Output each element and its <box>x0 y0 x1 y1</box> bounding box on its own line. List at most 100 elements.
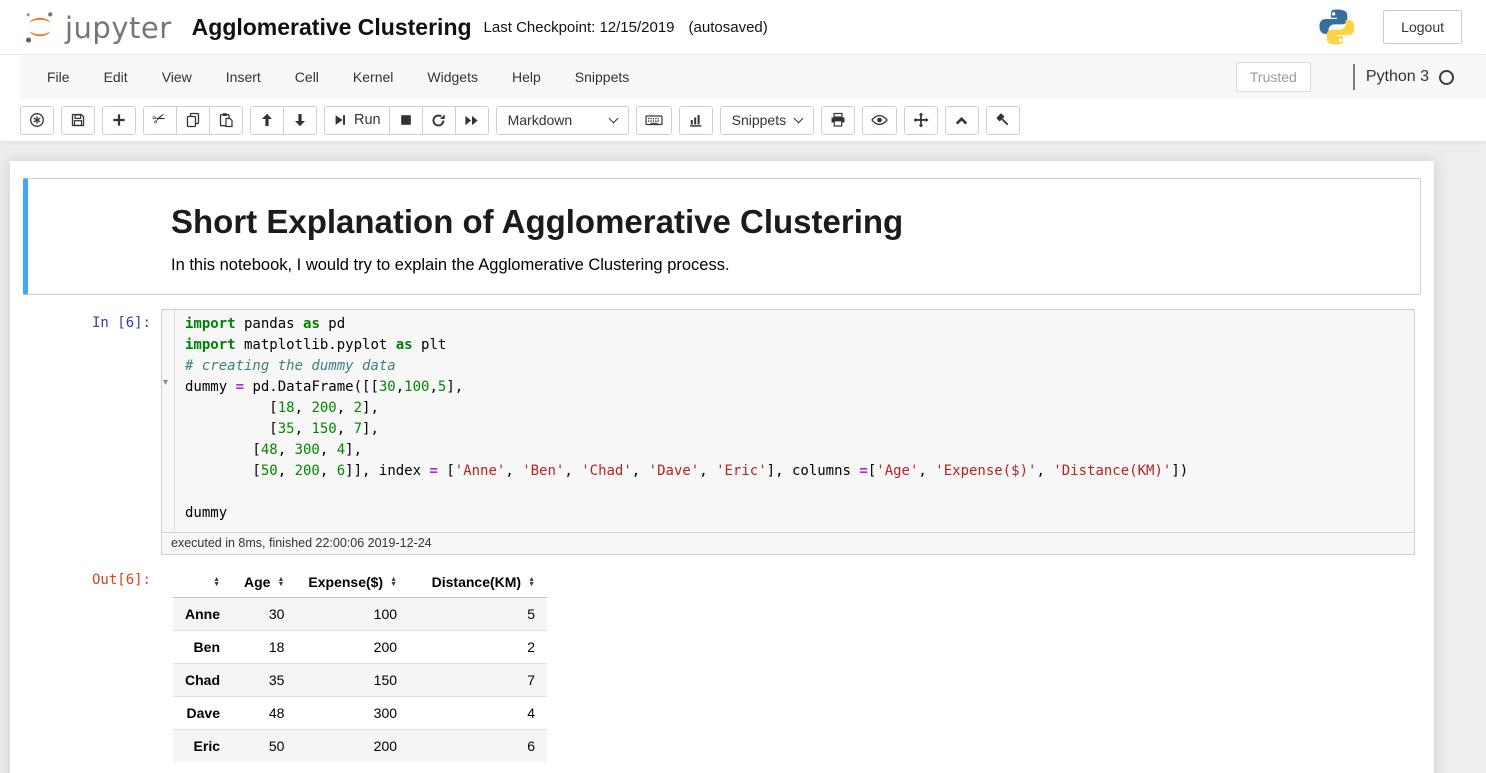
print-preview-button[interactable] <box>821 106 855 135</box>
sort-arrows-icon[interactable]: ▲▼ <box>277 577 284 587</box>
interrupt-kernel-button[interactable] <box>389 106 423 135</box>
table-cell: 100 <box>296 598 409 631</box>
menu-items: FileEditViewInsertCellKernelWidgetsHelpS… <box>30 57 646 97</box>
column-header-index[interactable]: ▲▼ <box>173 566 232 598</box>
chevron-down-icon <box>608 113 618 123</box>
dataframe-header: ▲▼Age▲▼Expense($)▲▼Distance(KM)▲▼ <box>173 566 547 598</box>
table-cell: 2 <box>409 631 547 664</box>
add-cell-button[interactable] <box>102 106 136 135</box>
sort-arrows-icon[interactable]: ▲▼ <box>390 577 397 587</box>
menu-item-cell[interactable]: Cell <box>278 57 336 97</box>
code-editor[interactable]: import pandas as pdimport matplotlib.pyp… <box>175 310 1198 532</box>
table-row: Chad351507 <box>173 664 547 697</box>
row-index: Chad <box>173 664 232 697</box>
jupyter-header: jupyter Agglomerative Clustering Last Ch… <box>0 0 1486 141</box>
markdown-heading: Short Explanation of Agglomerative Clust… <box>171 203 1409 241</box>
copy-cell-button[interactable] <box>176 106 210 135</box>
checkpoint-status: Last Checkpoint: 12/15/2019 <box>484 19 675 36</box>
table-cell: 200 <box>296 730 409 763</box>
menu-item-view[interactable]: View <box>145 57 209 97</box>
dataframe-table: ▲▼Age▲▼Expense($)▲▼Distance(KM)▲▼ Anne30… <box>173 566 547 762</box>
printer-icon <box>830 112 846 128</box>
toolbar: ✂ <box>0 99 1486 141</box>
menu-item-snippets[interactable]: Snippets <box>558 57 646 97</box>
restart-kernel-button[interactable] <box>422 106 456 135</box>
move-cells-button[interactable] <box>904 106 938 135</box>
floppy-save-icon <box>70 112 86 128</box>
menu-item-file[interactable]: File <box>30 57 87 97</box>
markdown-paragraph: In this notebook, I would try to explain… <box>171 256 1409 275</box>
table-cell: 200 <box>296 631 409 664</box>
kernel-name: Python 3 <box>1366 68 1429 86</box>
code-line: [48, 300, 4], <box>185 440 1188 461</box>
menu-item-help[interactable]: Help <box>495 57 558 97</box>
row-index: Ben <box>173 631 232 664</box>
trusted-button[interactable]: Trusted <box>1236 62 1311 92</box>
paste-icon <box>218 112 234 128</box>
scissors-icon: ✂ <box>151 110 169 130</box>
restart-icon <box>431 113 446 128</box>
bar-chart-icon <box>688 112 704 128</box>
snippets-value: Snippets <box>732 112 786 128</box>
table-cell: 30 <box>232 598 296 631</box>
move-cell-up-button[interactable] <box>250 106 284 135</box>
table-cell: 7 <box>409 664 547 697</box>
markdown-rendered-text: Short Explanation of Agglomerative Clust… <box>165 184 1415 289</box>
row-index: Anne <box>173 598 232 631</box>
markdown-cell[interactable]: Short Explanation of Agglomerative Clust… <box>23 178 1421 295</box>
logout-button[interactable]: Logout <box>1383 10 1462 44</box>
table-cell: 48 <box>232 697 296 730</box>
command-palette-button[interactable] <box>636 106 672 135</box>
code-fold-gutter[interactable]: ▾ <box>162 310 175 532</box>
code-line: import pandas as pd <box>185 314 1188 335</box>
menu-item-kernel[interactable]: Kernel <box>336 57 410 97</box>
column-header-Distance(KM)[interactable]: Distance(KM)▲▼ <box>409 566 547 598</box>
code-line <box>185 482 1188 503</box>
autosave-status: (autosaved) <box>689 19 768 36</box>
preview-button[interactable] <box>862 106 897 135</box>
fast-forward-icon <box>464 113 479 128</box>
chart-button[interactable] <box>679 106 713 135</box>
table-cell: 300 <box>296 697 409 730</box>
restart-run-all-button[interactable] <box>455 106 489 135</box>
cell-type-select[interactable]: Markdown <box>496 106 629 135</box>
sort-arrows-icon[interactable]: ▲▼ <box>213 577 220 587</box>
collapse-button[interactable] <box>945 106 979 135</box>
sort-arrows-icon[interactable]: ▲▼ <box>528 577 535 587</box>
nbextensions-button[interactable] <box>20 106 54 135</box>
code-line: dummy <box>185 503 1188 524</box>
menu-item-widgets[interactable]: Widgets <box>410 57 495 97</box>
menu-item-edit[interactable]: Edit <box>87 57 145 97</box>
code-line: [50, 200, 6]], index = ['Anne', 'Ben', '… <box>185 461 1188 482</box>
code-input-area[interactable]: ▾ import pandas as pdimport matplotlib.p… <box>161 309 1415 555</box>
run-cell-button[interactable]: Run <box>324 106 390 135</box>
move-cell-down-button[interactable] <box>283 106 317 135</box>
notebook-title[interactable]: Agglomerative Clustering <box>192 14 472 41</box>
column-header-Expense($)[interactable]: Expense($)▲▼ <box>296 566 409 598</box>
paste-cell-button[interactable] <box>209 106 243 135</box>
table-cell: 18 <box>232 631 296 664</box>
code-line: # creating the dummy data <box>185 356 1188 377</box>
column-header-Age[interactable]: Age▲▼ <box>232 566 296 598</box>
code-cell[interactable]: In [6]: ▾ import pandas as pdimport matp… <box>23 303 1421 768</box>
menu-bar: FileEditViewInsertCellKernelWidgetsHelpS… <box>0 55 1486 99</box>
code-line: [18, 200, 2], <box>185 398 1188 419</box>
step-forward-run-icon <box>333 113 347 127</box>
snippets-select[interactable]: Snippets <box>720 106 814 135</box>
python-logo-icon <box>1317 7 1357 47</box>
save-button[interactable] <box>61 106 95 135</box>
stop-icon <box>399 113 413 127</box>
markdown-prompt-spacer <box>33 184 165 289</box>
code-line: import matplotlib.pyplot as plt <box>185 335 1188 356</box>
table-cell: 50 <box>232 730 296 763</box>
table-cell: 6 <box>409 730 547 763</box>
table-row: Anne301005 <box>173 598 547 631</box>
cut-cell-button[interactable]: ✂ <box>143 106 177 135</box>
dataframe-body: Anne301005Ben182002Chad351507Dave483004E… <box>173 598 547 763</box>
output-area: ▲▼Age▲▼Expense($)▲▼Distance(KM)▲▼ Anne30… <box>161 566 1415 762</box>
fold-arrow-icon[interactable]: ▾ <box>163 378 168 388</box>
menu-item-insert[interactable]: Insert <box>209 57 278 97</box>
code-line: [35, 150, 7], <box>185 419 1188 440</box>
jupyter-logo[interactable]: jupyter <box>22 9 172 45</box>
code-prettify-button[interactable] <box>986 106 1020 135</box>
